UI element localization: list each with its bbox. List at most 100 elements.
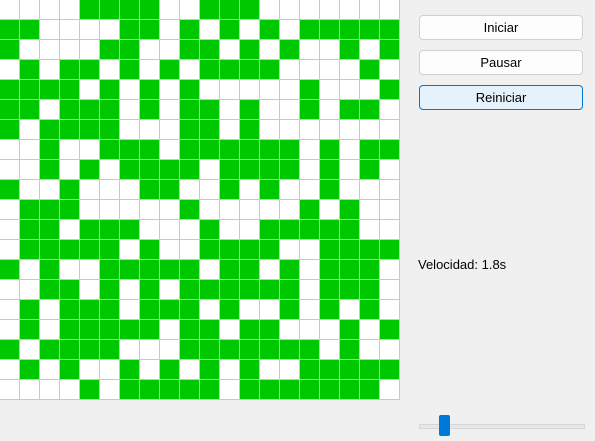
pause-button[interactable]: Pausar [419, 50, 583, 75]
grid-cell[interactable] [360, 40, 380, 60]
grid-cell[interactable] [160, 380, 180, 400]
grid-cell[interactable] [180, 220, 200, 240]
grid-cell[interactable] [300, 40, 320, 60]
grid-cell[interactable] [200, 0, 220, 20]
grid-cell[interactable] [20, 220, 40, 240]
grid-cell[interactable] [60, 320, 80, 340]
grid-cell[interactable] [180, 280, 200, 300]
grid-cell[interactable] [80, 320, 100, 340]
grid-cell[interactable] [140, 80, 160, 100]
grid-cell[interactable] [320, 100, 340, 120]
grid-cell[interactable] [120, 360, 140, 380]
grid-cell[interactable] [300, 320, 320, 340]
grid-cell[interactable] [240, 380, 260, 400]
grid-cell[interactable] [0, 0, 20, 20]
grid-cell[interactable] [40, 60, 60, 80]
grid-cell[interactable] [120, 140, 140, 160]
grid-cell[interactable] [260, 40, 280, 60]
grid-cell[interactable] [320, 0, 340, 20]
grid-cell[interactable] [60, 120, 80, 140]
grid-cell[interactable] [280, 380, 300, 400]
grid-cell[interactable] [220, 160, 240, 180]
grid-cell[interactable] [160, 320, 180, 340]
grid-cell[interactable] [40, 280, 60, 300]
grid-cell[interactable] [160, 200, 180, 220]
grid-cell[interactable] [40, 180, 60, 200]
grid-cell[interactable] [0, 180, 20, 200]
grid-cell[interactable] [0, 340, 20, 360]
grid-cell[interactable] [280, 140, 300, 160]
grid-cell[interactable] [80, 360, 100, 380]
grid-cell[interactable] [0, 100, 20, 120]
grid-cell[interactable] [260, 60, 280, 80]
grid-cell[interactable] [320, 20, 340, 40]
slider-thumb[interactable] [439, 415, 450, 436]
grid-cell[interactable] [140, 240, 160, 260]
grid-cell[interactable] [180, 200, 200, 220]
start-button[interactable]: Iniciar [419, 15, 583, 40]
grid-cell[interactable] [80, 280, 100, 300]
grid-cell[interactable] [260, 220, 280, 240]
grid-cell[interactable] [40, 300, 60, 320]
grid-cell[interactable] [300, 260, 320, 280]
grid-cell[interactable] [320, 220, 340, 240]
grid-cell[interactable] [20, 320, 40, 340]
grid-cell[interactable] [340, 80, 360, 100]
grid-cell[interactable] [240, 20, 260, 40]
grid-cell[interactable] [20, 360, 40, 380]
grid-cell[interactable] [300, 240, 320, 260]
grid-cell[interactable] [20, 280, 40, 300]
grid-cell[interactable] [240, 280, 260, 300]
grid-cell[interactable] [360, 120, 380, 140]
grid-cell[interactable] [320, 360, 340, 380]
grid-cell[interactable] [300, 280, 320, 300]
grid-cell[interactable] [280, 20, 300, 40]
grid-cell[interactable] [80, 240, 100, 260]
grid-cell[interactable] [120, 80, 140, 100]
grid-cell[interactable] [280, 80, 300, 100]
grid-cell[interactable] [300, 60, 320, 80]
grid-cell[interactable] [0, 300, 20, 320]
grid-cell[interactable] [340, 300, 360, 320]
grid-cell[interactable] [260, 0, 280, 20]
grid-cell[interactable] [360, 60, 380, 80]
grid-cell[interactable] [360, 320, 380, 340]
grid-cell[interactable] [340, 120, 360, 140]
grid-cell[interactable] [240, 160, 260, 180]
grid-cell[interactable] [80, 40, 100, 60]
grid-cell[interactable] [300, 160, 320, 180]
grid-cell[interactable] [60, 380, 80, 400]
grid-cell[interactable] [220, 260, 240, 280]
grid-cell[interactable] [160, 360, 180, 380]
grid-cell[interactable] [160, 220, 180, 240]
grid-cell[interactable] [80, 160, 100, 180]
grid-cell[interactable] [340, 380, 360, 400]
grid-cell[interactable] [100, 160, 120, 180]
grid-cell[interactable] [140, 0, 160, 20]
grid-cell[interactable] [380, 60, 400, 80]
grid-cell[interactable] [380, 0, 400, 20]
grid-cell[interactable] [220, 200, 240, 220]
grid-cell[interactable] [100, 380, 120, 400]
grid-cell[interactable] [200, 120, 220, 140]
grid-cell[interactable] [180, 160, 200, 180]
grid-cell[interactable] [20, 300, 40, 320]
grid-cell[interactable] [100, 220, 120, 240]
grid-cell[interactable] [180, 360, 200, 380]
grid-cell[interactable] [240, 140, 260, 160]
grid-cell[interactable] [240, 100, 260, 120]
grid-cell[interactable] [60, 260, 80, 280]
grid-cell[interactable] [200, 200, 220, 220]
grid-cell[interactable] [320, 260, 340, 280]
grid-cell[interactable] [120, 60, 140, 80]
grid-cell[interactable] [280, 300, 300, 320]
grid-cell[interactable] [0, 20, 20, 40]
grid-cell[interactable] [320, 140, 340, 160]
grid-cell[interactable] [120, 260, 140, 280]
grid-cell[interactable] [20, 80, 40, 100]
grid-cell[interactable] [300, 20, 320, 40]
grid-cell[interactable] [220, 20, 240, 40]
grid-cell[interactable] [100, 300, 120, 320]
grid-cell[interactable] [140, 20, 160, 40]
grid-cell[interactable] [260, 200, 280, 220]
